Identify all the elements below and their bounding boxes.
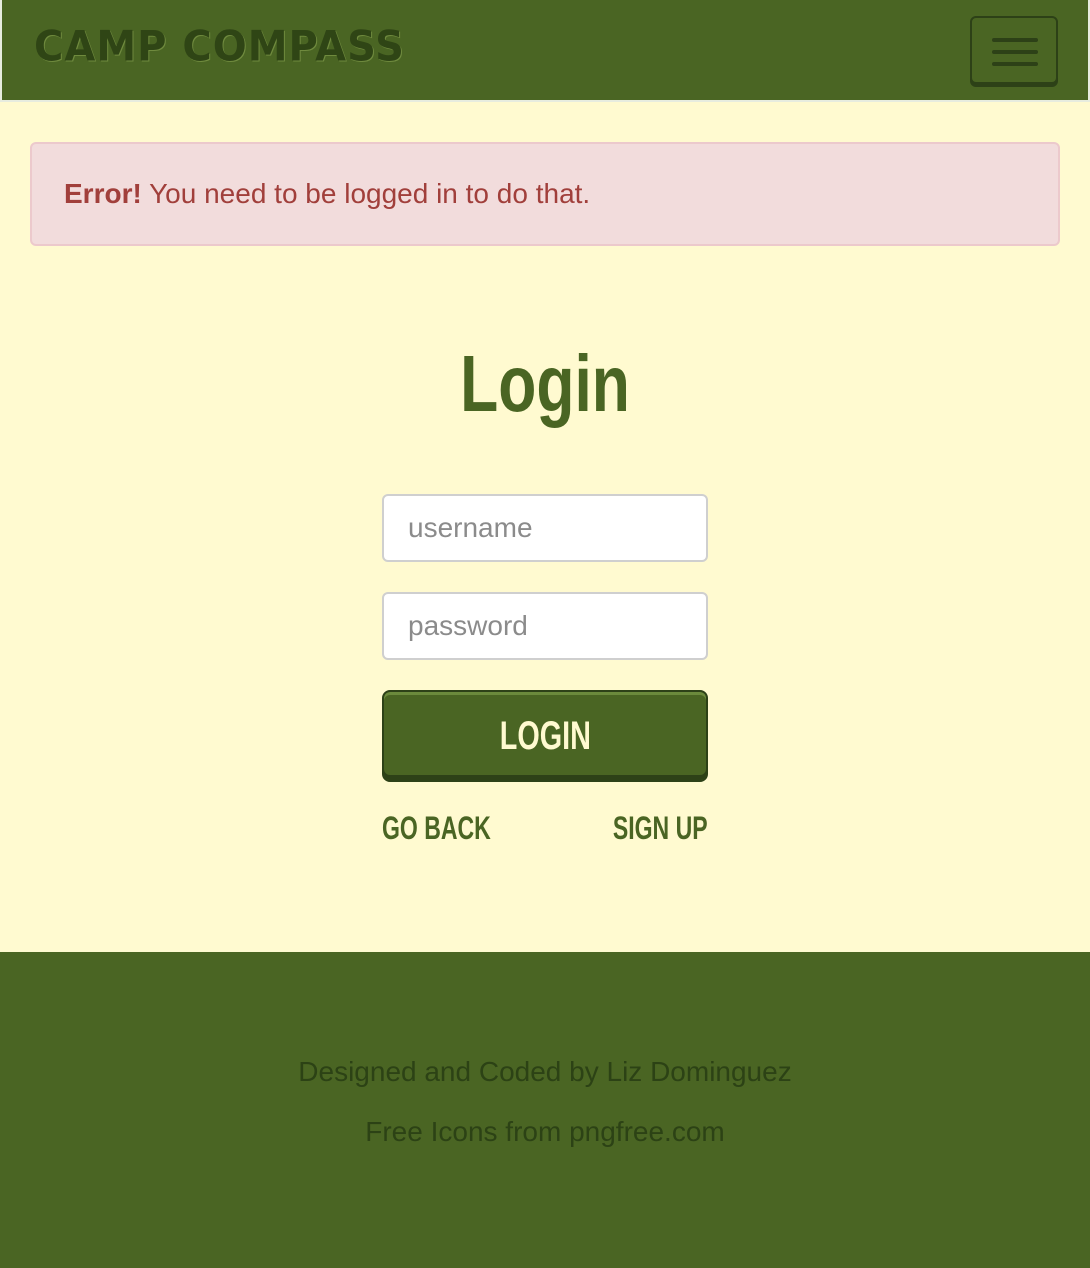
menu-toggle-button[interactable]	[970, 16, 1058, 84]
go-back-link[interactable]: GO BACK	[382, 810, 491, 847]
sign-up-link[interactable]: SIGN UP	[613, 810, 708, 847]
page-title: Login	[460, 339, 630, 428]
footer-credit: Designed and Coded by Liz Dominguez	[298, 1056, 792, 1087]
login-button-label: LOGIN	[499, 714, 591, 758]
login-button[interactable]: LOGIN	[382, 690, 708, 782]
error-alert: Error! You need to be logged in to do th…	[30, 142, 1060, 246]
navbar: CAMP COMPASS	[0, 0, 1090, 102]
error-label: Error!	[64, 178, 142, 209]
password-input[interactable]	[382, 592, 708, 660]
footer: Designed and Coded by Liz Dominguez Free…	[0, 952, 1090, 1268]
username-input[interactable]	[382, 494, 708, 562]
error-message: You need to be logged in to do that.	[141, 178, 591, 209]
footer-icons-credit: Free Icons from pngfree.com	[365, 1116, 725, 1147]
brand-logo[interactable]: CAMP COMPASS	[34, 23, 405, 71]
